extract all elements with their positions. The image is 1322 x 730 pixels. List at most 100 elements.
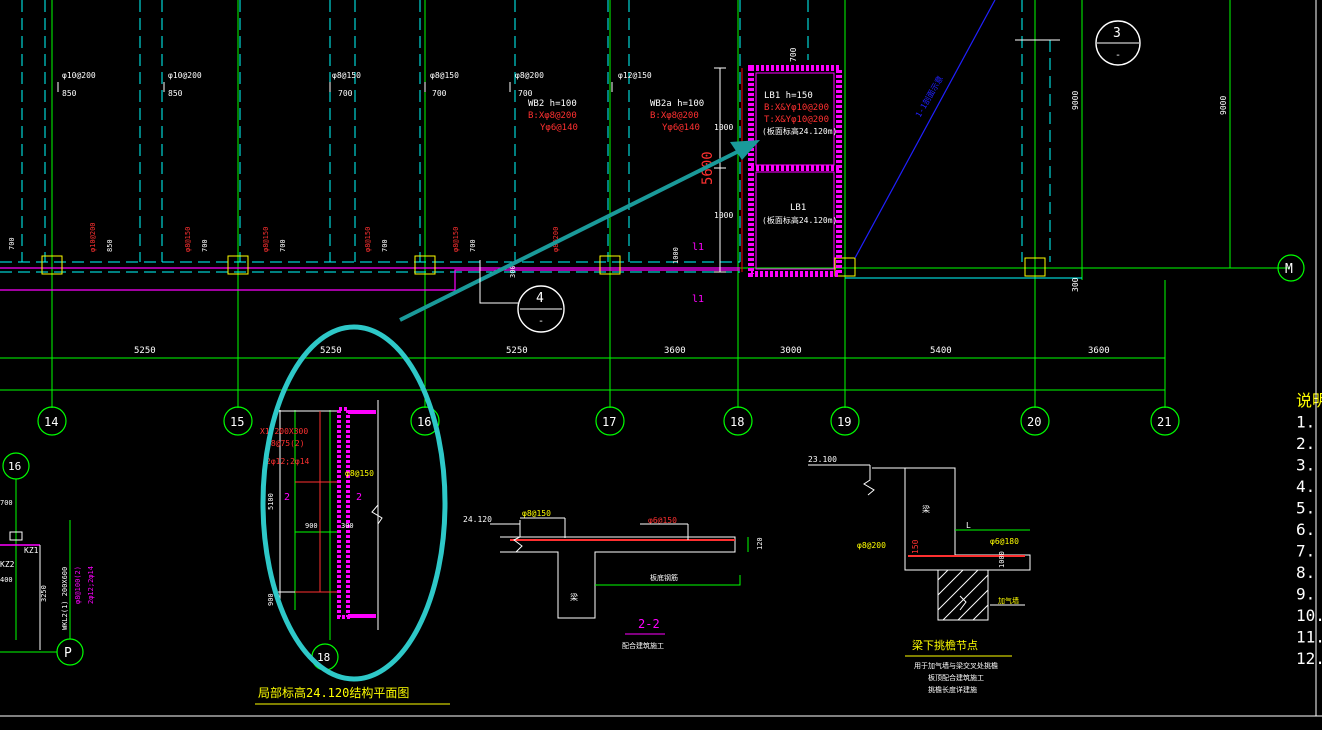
- note-item-3: 3.: [1296, 456, 1315, 475]
- lb1-top-note: (板面标高24.120m): [762, 126, 837, 136]
- eave-note-1: 用于加气墙与梁交叉处挑檐: [914, 661, 998, 670]
- note-item-10: 10.: [1296, 606, 1322, 625]
- note-item-11: 11.: [1296, 628, 1322, 647]
- top-dim-4: 700: [432, 89, 447, 98]
- left-kz2: KZ2: [0, 560, 15, 569]
- top-dim-1: 850: [62, 89, 77, 98]
- span-2: 5250: [320, 346, 342, 356]
- eave-mark: 梁: [922, 505, 930, 514]
- vred-4: φ8@150: [364, 227, 372, 252]
- section-ref-4-number: 4: [536, 291, 544, 306]
- lb1-bottom-note: (板面标高24.120m): [762, 215, 837, 225]
- rebar-label-3: φ8@150: [332, 71, 361, 80]
- left-wkl3: 2φ12;2φ14: [87, 566, 95, 604]
- section-ref-3-number: 3: [1113, 26, 1121, 41]
- note-item-12: 12.: [1296, 649, 1322, 668]
- left-wkl2: φ8@100(2): [74, 566, 82, 604]
- wb2a-title: WB2a h=100: [650, 99, 704, 109]
- wb2-bx: B:Xφ8@200: [528, 111, 577, 121]
- vred-3: φ8@150: [262, 227, 270, 252]
- span-6: 5400: [930, 346, 952, 356]
- left-dim-700: 700: [0, 499, 13, 507]
- note-item-9: 9.: [1296, 585, 1315, 604]
- left-dim-400: 400: [0, 576, 13, 584]
- plan-dim-900b: 900: [267, 593, 275, 606]
- eave-dim-1000: 1000: [998, 551, 1006, 568]
- beam-eave-detail: 23.100 φ8@200 φ6@180 150 1000 梁 L 加气墙 梁下…: [808, 455, 1031, 694]
- note-item-7: 7.: [1296, 542, 1315, 561]
- section-ref-4: 4 -: [479, 260, 565, 333]
- eave-dim-150: 150: [911, 539, 920, 554]
- eave-r2: φ6@180: [990, 537, 1019, 546]
- section22-elev: 24.120: [463, 515, 492, 524]
- wb2a-y: Yφ6@140: [662, 123, 700, 133]
- axis-label-21: 21: [1157, 415, 1171, 429]
- axis-label-14: 14: [44, 415, 58, 429]
- axis-label-16: 16: [417, 415, 431, 429]
- vdim-8: 1000: [672, 247, 680, 264]
- blue-line-text: 1-1剖面示意: [913, 74, 945, 119]
- left-dim-3250: 3250: [40, 585, 48, 602]
- drawing-canvas[interactable]: φ10@200 φ10@200 φ8@150 φ8@150 φ8@200 φ12…: [0, 0, 1322, 730]
- note-item-8: 8.: [1296, 563, 1315, 582]
- lb1-top-line2: T:X&Yφ10@200: [764, 115, 829, 125]
- note-item-1: 1.: [1296, 413, 1315, 432]
- section22-mark: 梁: [570, 593, 578, 602]
- vred-1: φ10@200: [89, 222, 97, 252]
- cad-drawing[interactable]: φ10@200 φ10@200 φ8@150 φ8@150 φ8@200 φ12…: [0, 0, 1322, 730]
- span-labels: 5250 5250 5250 3600 3000 5400 3600: [134, 346, 1110, 356]
- span-3: 5250: [506, 346, 528, 356]
- top-rebar-labels: φ10@200 φ10@200 φ8@150 φ8@150 φ8@200 φ12…: [62, 71, 652, 98]
- span-7: 3600: [1088, 346, 1110, 356]
- left-kz1: KZ1: [24, 546, 39, 555]
- l1-label-1: l1: [692, 242, 704, 253]
- axis-p: P: [64, 646, 72, 661]
- note-item-2: 2.: [1296, 434, 1315, 453]
- lb-dim-top: 700: [789, 47, 798, 62]
- wb2a-bx: B:Xφ8@200: [650, 111, 699, 121]
- note-item-5: 5.: [1296, 499, 1315, 518]
- plan-dim-900a: 900: [305, 522, 318, 530]
- partial-plan-title: 局部标高24.120结构平面图: [258, 685, 409, 700]
- axis-label-17: 17: [602, 415, 616, 429]
- plan-label-2a: 2: [284, 492, 290, 503]
- section-ref-3: 3 -: [1015, 20, 1141, 66]
- vdim-4: 700: [279, 239, 287, 252]
- plan-beam-text3: 2φ12;2φ14: [266, 457, 310, 466]
- right-dim-2: 9000: [1219, 96, 1228, 115]
- top-dim-5: 700: [518, 89, 533, 98]
- section22-note: 板底钢筋: [650, 573, 678, 582]
- wb2-y: Yφ6@140: [540, 123, 578, 133]
- blue-diagonal: [854, 0, 996, 259]
- note-item-4: 4.: [1296, 477, 1315, 496]
- left-wkl: WKL2(1) 200X600: [61, 567, 69, 630]
- vdim-6: 700: [469, 239, 477, 252]
- plan-dim-300: 300: [341, 522, 354, 530]
- vred-2: φ8@150: [184, 227, 192, 252]
- lb1-top-title: LB1 h=150: [764, 91, 813, 101]
- section-2-2: 24.120 φ8@150 φ6@150 120 梁 板底钢筋 2-2 配合建筑…: [463, 509, 764, 650]
- column-squares: [41, 255, 1046, 277]
- eave-note-3: 挑檐长度详建施: [928, 685, 977, 694]
- plan-beam-text2: φ8@75(2): [266, 439, 305, 448]
- axis-18-plan: 18: [317, 651, 330, 664]
- eave-wall: 加气墙: [998, 596, 1019, 605]
- wb2-title: WB2 h=100: [528, 99, 577, 109]
- eave-L: L: [966, 521, 971, 530]
- svg-text:-: -: [1115, 50, 1121, 61]
- lb-dim-1: 1000: [714, 123, 733, 132]
- vdim-1: 700: [8, 237, 16, 250]
- plan-rebar: φ8@150: [345, 469, 374, 478]
- lb1-labels: LB1 h=150 B:X&Yφ10@200 T:X&Yφ10@200 (板面标…: [762, 91, 837, 225]
- magenta-beam-lines: [0, 267, 740, 291]
- rebar-label-2: φ10@200: [168, 71, 202, 80]
- rebar-label-4: φ8@150: [430, 71, 459, 80]
- l1-label-2: l1: [692, 294, 704, 305]
- left-detail: 16 P 700 KZ1 KZ2 400 3250 WKL2(1) 200X60…: [0, 452, 95, 666]
- plan-label-2b: 2: [356, 492, 362, 503]
- section22-rebar1: φ8@150: [522, 509, 551, 518]
- slab-labels: WB2 h=100 B:Xφ8@200 Yφ6@140 WB2a h=100 B…: [528, 99, 704, 133]
- plan-beam-text1: X1 200X300: [260, 427, 308, 436]
- top-dim-3: 700: [338, 89, 353, 98]
- rebar-label-1: φ10@200: [62, 71, 96, 80]
